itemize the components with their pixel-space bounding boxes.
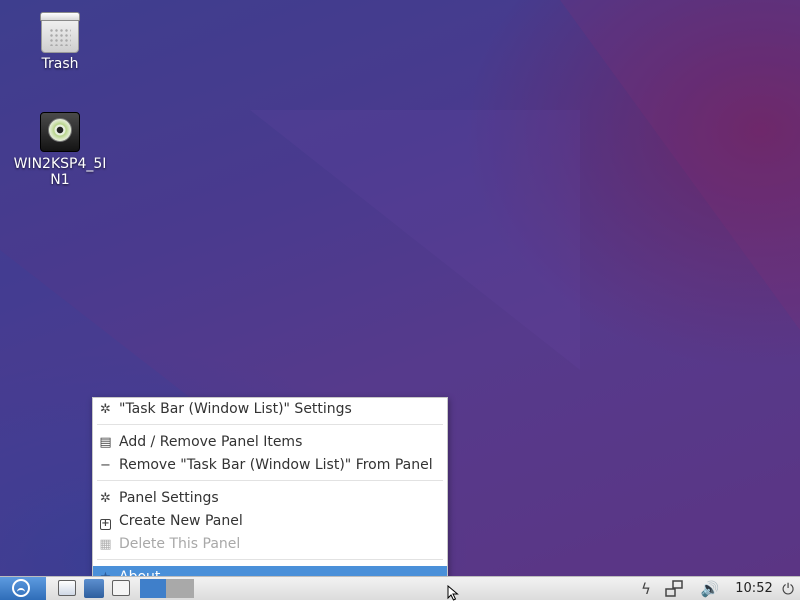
mouse-pointer-icon [447,585,459,601]
gear-icon: ✲ [100,491,111,506]
gear-icon: ✲ [100,402,111,417]
plus-box-icon: + [100,518,111,530]
menu-separator [97,424,443,425]
menu-item-add-remove-panel-items[interactable]: ▤ Add / Remove Panel Items [93,431,447,454]
wallpaper-facet [560,0,800,330]
menu-item-label: "Task Bar (Window List)" Settings [119,401,352,417]
menu-separator [97,480,443,481]
show-desktop-icon[interactable] [58,580,76,596]
menu-item-create-new-panel[interactable]: + Create New Panel [93,510,447,533]
calendar-grid-icon: ▦ [99,537,112,552]
desktop-icon-trash[interactable]: Trash [10,12,110,72]
xfce-logo-icon [12,579,30,597]
trash-icon [40,12,80,53]
wallpaper-facet [250,110,580,370]
list-document-icon: ▤ [99,435,112,450]
workspace-3-button[interactable] [166,579,194,598]
workspace-2-button[interactable] [140,579,166,598]
menu-item-label: Add / Remove Panel Items [119,434,303,450]
optical-drive-icon [40,112,80,152]
menu-item-remove-taskbar[interactable]: − Remove "Task Bar (Window List)" From P… [93,454,447,477]
panel-context-menu: ✲ "Task Bar (Window List)" Settings ▤ Ad… [92,397,448,589]
menu-item-label: Create New Panel [119,513,243,529]
menu-item-delete-this-panel: ▦ Delete This Panel [93,533,447,556]
menu-item-taskbar-settings[interactable]: ✲ "Task Bar (Window List)" Settings [93,398,447,421]
menu-item-label: Delete This Panel [119,536,241,552]
menu-item-label: Remove "Task Bar (Window List)" From Pan… [119,457,433,473]
menu-item-label: Panel Settings [119,490,219,506]
power-button-icon[interactable]: ⏻ [778,579,798,599]
network-icon[interactable] [664,579,684,599]
desktop-icon-optical-drive[interactable]: WIN2KSP4_5I N1 [10,112,110,188]
volume-icon[interactable]: 🔊 [700,579,720,599]
menu-separator [97,559,443,560]
desktop-icon-label: Trash [41,56,79,72]
minus-icon: − [100,458,111,473]
applications-menu-button[interactable] [0,577,46,600]
workspace-1-button[interactable] [112,580,130,596]
bottom-panel[interactable]: ϟ 🔊 10:52 ⏻ [0,576,800,600]
power-bolt-icon[interactable]: ϟ [636,579,656,599]
clock[interactable]: 10:52 [733,577,775,600]
menu-item-panel-settings[interactable]: ✲ Panel Settings [93,487,447,510]
desktop-icon-label: WIN2KSP4_5I N1 [13,156,107,188]
launcher-terminal-button[interactable] [84,579,104,598]
